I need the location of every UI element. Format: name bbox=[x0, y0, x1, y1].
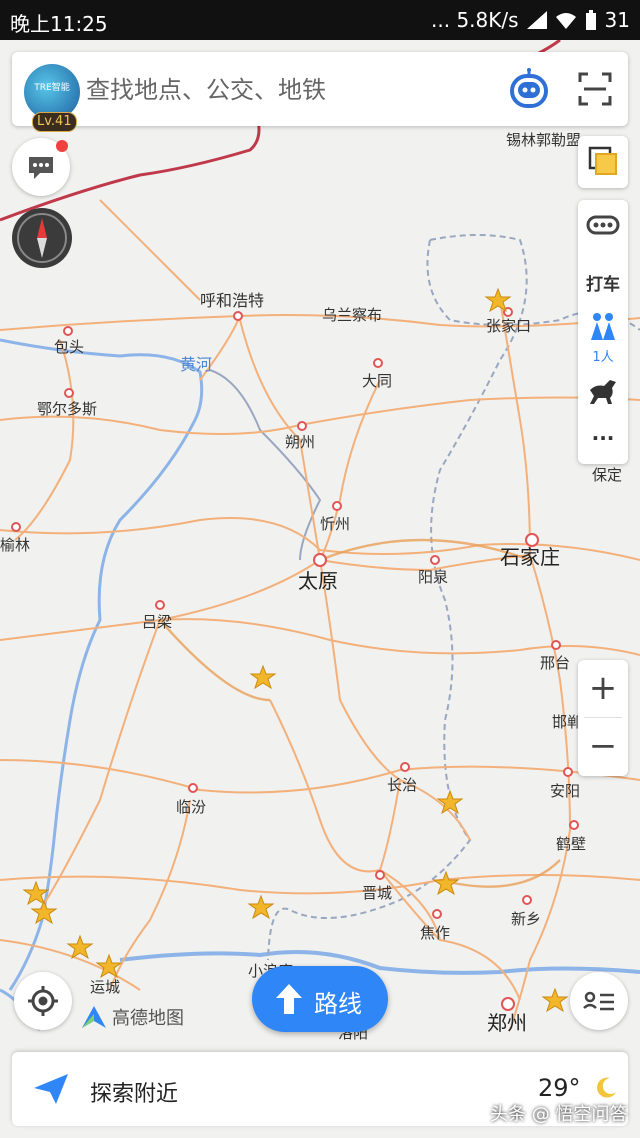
level-badge: Lv.41 bbox=[32, 112, 77, 132]
city-label: 鄂尔多斯 bbox=[37, 400, 97, 418]
layers-icon bbox=[588, 146, 617, 175]
route-label: 路线 bbox=[314, 990, 362, 1018]
city-dot-hohhot bbox=[233, 311, 243, 321]
city-dot-hebi bbox=[569, 820, 579, 830]
city-dot-anyang bbox=[563, 767, 573, 777]
city-dot-yulin bbox=[11, 522, 21, 532]
city-label: 榆林 bbox=[0, 536, 30, 554]
moon-icon bbox=[597, 1077, 616, 1098]
city-label: 鹤壁 bbox=[556, 835, 586, 853]
signal-icon bbox=[526, 11, 547, 29]
city-label: 焦作 bbox=[420, 924, 450, 942]
voice-assistant-icon[interactable] bbox=[508, 68, 550, 110]
carpool-button[interactable]: 1人 bbox=[578, 312, 628, 365]
taxi-button[interactable]: 打车 bbox=[578, 270, 628, 295]
watermark: 头条 @ 悟空问答 bbox=[490, 1100, 627, 1126]
city-label: 运城 bbox=[90, 978, 120, 996]
locate-button[interactable] bbox=[14, 972, 72, 1030]
ride-button[interactable] bbox=[578, 376, 628, 410]
city-label: 邢台 bbox=[540, 654, 570, 672]
explore-label: 探索附近 bbox=[90, 1082, 179, 1107]
battery-icon bbox=[585, 10, 596, 30]
city-label: 临汾 bbox=[176, 798, 206, 816]
city-dot-taiyuan bbox=[313, 553, 327, 567]
route-button[interactable]: 路线 bbox=[252, 966, 388, 1032]
list-button[interactable] bbox=[570, 972, 628, 1030]
notification-dot bbox=[56, 140, 68, 152]
zoom-out-button[interactable]: − bbox=[578, 718, 628, 774]
city-label: 晋城 bbox=[362, 884, 392, 902]
city-dot-linfen bbox=[188, 783, 198, 793]
city-dot-ordos bbox=[64, 388, 74, 398]
list-icon bbox=[583, 991, 614, 1011]
watermark-text: 头条 @ 悟空问答 bbox=[490, 1104, 628, 1125]
city-label: 朔州 bbox=[285, 433, 315, 451]
side-panel: 打车 1人 ··· bbox=[578, 200, 628, 464]
city-dot-yangquan bbox=[430, 555, 440, 565]
city-label: 安阳 bbox=[550, 782, 580, 800]
city-dot-lvliang bbox=[155, 600, 165, 610]
layers-button[interactable] bbox=[578, 136, 628, 188]
city-dot-zhengzhou bbox=[501, 997, 515, 1011]
compass-icon bbox=[17, 213, 67, 263]
message-button[interactable] bbox=[12, 138, 70, 196]
battery-level: 31 bbox=[604, 8, 630, 32]
city-label: 阳泉 bbox=[418, 568, 448, 586]
scan-icon[interactable] bbox=[578, 72, 612, 106]
compass-button[interactable] bbox=[12, 208, 72, 268]
amap-logo-icon bbox=[82, 1006, 106, 1028]
user-avatar[interactable]: TRE智能 Lv.41 bbox=[24, 64, 80, 132]
city-dot-jiaozuo bbox=[432, 909, 442, 919]
city-label: 乌兰察布 bbox=[322, 306, 382, 324]
river-label: 黄河 bbox=[180, 355, 212, 374]
city-label: 吕梁 bbox=[142, 613, 172, 631]
city-dot-datong bbox=[373, 358, 383, 368]
city-dot-xingtai bbox=[551, 640, 561, 650]
city-label: 大同 bbox=[362, 372, 392, 390]
people-count: 1人 bbox=[592, 350, 614, 365]
zoom-control: + − bbox=[578, 660, 628, 776]
city-label: 忻州 bbox=[320, 515, 350, 533]
network-speed: ... 5.8K/s bbox=[431, 8, 519, 32]
city-dot-jincheng bbox=[375, 870, 385, 880]
city-dot-changzhi bbox=[400, 762, 410, 772]
city-label: 张家口 bbox=[486, 317, 531, 335]
city-label: 呼和浩特 bbox=[200, 291, 264, 310]
status-time: 晚上11:25 bbox=[10, 12, 108, 36]
temperature: 29° bbox=[538, 1074, 581, 1102]
wifi-icon bbox=[555, 13, 576, 29]
zoom-in-button[interactable]: + bbox=[578, 660, 628, 716]
city-label: 保定 bbox=[592, 466, 622, 484]
status-bar: 晚上11:25 ... 5.8K/s 31 bbox=[0, 0, 640, 40]
city-label: 新乡 bbox=[511, 910, 541, 928]
crosshair-icon bbox=[28, 986, 58, 1016]
search-input[interactable] bbox=[84, 70, 488, 110]
more-button[interactable]: ··· bbox=[578, 426, 628, 450]
amap-logo-text: 高德地图 bbox=[112, 1008, 184, 1029]
avatar-text: TRE智能 bbox=[34, 83, 70, 93]
city-label: 郑州 bbox=[487, 1011, 527, 1035]
route-arrow-icon bbox=[276, 984, 302, 1014]
status-right: ... 5.8K/s 31 bbox=[431, 8, 630, 32]
people-icon bbox=[591, 313, 615, 340]
city-label: 太原 bbox=[298, 569, 338, 593]
city-dot-baotou bbox=[63, 326, 73, 336]
city-label: 包头 bbox=[54, 338, 84, 356]
city-dot-shuozhou bbox=[297, 421, 307, 431]
traffic-icon bbox=[586, 215, 620, 235]
search-bar: TRE智能 Lv.41 bbox=[12, 52, 628, 132]
city-label: 长治 bbox=[387, 776, 417, 794]
city-dot-xinzhou bbox=[332, 501, 342, 511]
city-label: 锡林郭勒盟 bbox=[506, 131, 581, 149]
horse-icon bbox=[590, 380, 616, 404]
amap-logo: 高德地图 bbox=[80, 1004, 184, 1030]
traffic-button[interactable] bbox=[578, 212, 628, 242]
city-label: 石家庄 bbox=[500, 545, 560, 569]
city-dot-xinxiang bbox=[522, 895, 532, 905]
navigation-arrow-icon bbox=[34, 1074, 68, 1104]
